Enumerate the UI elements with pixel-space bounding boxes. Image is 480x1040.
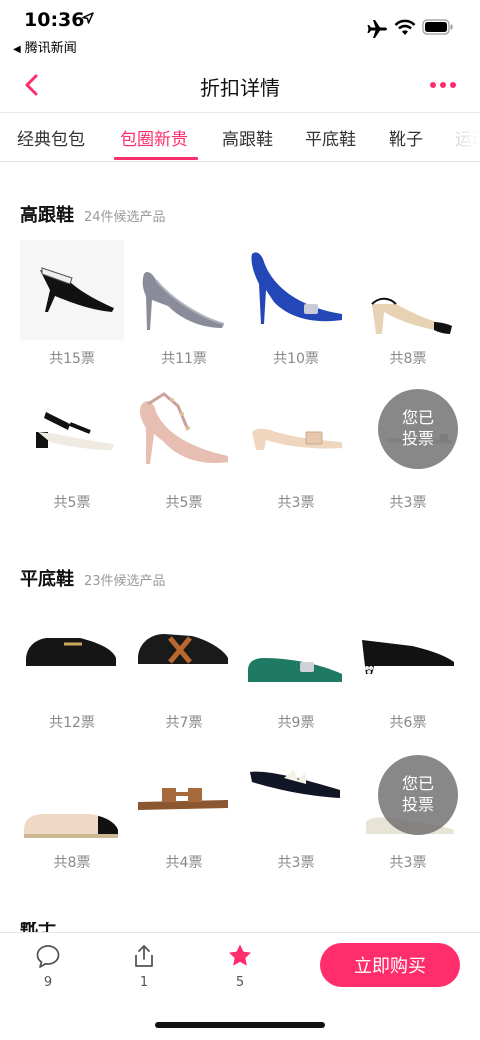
back-to-app-link[interactable]: ◀ 腾讯新闻 [13, 37, 77, 56]
airplane-icon [367, 20, 387, 38]
share-count: 1 [139, 975, 149, 990]
battery-icon [422, 19, 453, 35]
vote-count: 共3票 [389, 855, 427, 871]
vote-count: 共10票 [273, 351, 319, 367]
voted-badge: 您已 投票 [378, 389, 458, 469]
vote-count: 共8票 [53, 855, 91, 871]
product-card[interactable]: 共3票 [244, 744, 348, 874]
vote-count: 共6票 [389, 715, 427, 731]
share-button[interactable]: 1 [114, 943, 174, 990]
active-tab-indicator [114, 157, 198, 160]
location-arrow-icon [82, 12, 94, 24]
shoe-image [24, 814, 118, 838]
shoe-image [20, 240, 124, 340]
status-bar: 10:36 ◀ 腾讯新闻 [0, 0, 480, 60]
star-icon [229, 944, 251, 966]
voted-badge: 您已 投票 [378, 755, 458, 835]
more-button[interactable] [430, 74, 460, 96]
status-time: 10:36 [24, 9, 85, 31]
voted-badge-line1: 您已 [401, 774, 434, 794]
product-card[interactable]: 共8票 [356, 240, 460, 370]
shoe-image [362, 640, 454, 674]
section-subtitle: 24件候选产品 [84, 210, 166, 225]
wifi-icon [394, 19, 416, 35]
vote-count: 共3票 [277, 855, 315, 871]
comment-icon [36, 945, 60, 968]
product-card[interactable]: 共4票 [132, 744, 236, 874]
product-card[interactable]: 共8票 [20, 744, 124, 874]
voted-badge-line2: 投票 [401, 795, 434, 814]
shoe-image [252, 428, 342, 450]
vote-count: 共4票 [165, 855, 203, 871]
back-triangle-icon: ◀ [13, 44, 21, 55]
shoe-image [26, 638, 116, 666]
shoe-image [371, 297, 452, 334]
product-card[interactable]: 共5票 [132, 384, 236, 514]
category-tabs: 经典包包 包圈新贵 高跟鞋 平底鞋 靴子 运动 [0, 113, 480, 162]
comments-button[interactable]: 9 [18, 943, 78, 990]
vote-count: 共3票 [389, 495, 427, 511]
home-indicator [155, 1022, 325, 1028]
section-header-flats: 平底鞋 23件候选产品 [20, 565, 166, 591]
shoe-image [138, 788, 228, 810]
section-subtitle: 23件候选产品 [84, 574, 166, 589]
more-dot [450, 82, 456, 88]
section-header-high-heels: 高跟鞋 24件候选产品 [20, 201, 166, 227]
shoe-image [250, 770, 340, 798]
comment-count: 9 [43, 975, 53, 990]
vote-count: 共11票 [161, 351, 207, 367]
vote-count: 共8票 [389, 351, 427, 367]
shoe-image [138, 634, 228, 664]
more-dot [440, 82, 446, 88]
tab-new-bags[interactable]: 包圈新贵 [120, 125, 188, 150]
voted-badge-line1: 您已 [401, 408, 434, 428]
product-card[interactable]: 共9票 [244, 604, 348, 734]
product-card[interactable]: 共3票 [244, 384, 348, 514]
vote-count: 共7票 [165, 715, 203, 731]
product-card[interactable]: 共11票 [132, 240, 236, 370]
buy-now-button[interactable]: 立即购买 [320, 943, 460, 987]
favorite-button[interactable]: 5 [210, 943, 270, 990]
shoe-image [248, 658, 342, 682]
product-card[interactable]: 共6票 [356, 604, 460, 734]
product-card[interactable]: 您已 投票 共3票 [356, 384, 460, 514]
tab-boots[interactable]: 靴子 [389, 125, 423, 150]
product-card[interactable]: 共7票 [132, 604, 236, 734]
vote-count: 共9票 [277, 715, 315, 731]
tab-flats[interactable]: 平底鞋 [305, 125, 356, 150]
vote-count: 共15票 [49, 351, 95, 367]
section-title: 平底鞋 [20, 569, 74, 590]
shoe-image [139, 392, 228, 464]
shoe-image [251, 252, 342, 324]
nav-bar: 折扣详情 [0, 60, 480, 113]
bottom-action-bar: 9 1 5 立即购买 [0, 932, 480, 1040]
tabs-fade [440, 113, 480, 161]
shoe-image [142, 272, 225, 330]
product-card[interactable]: 共5票 [20, 384, 124, 514]
vote-count: 共12票 [49, 715, 95, 731]
product-card[interactable]: 共15票 [20, 240, 124, 370]
shoe-image [36, 412, 114, 450]
vote-count: 共3票 [277, 495, 315, 511]
product-card[interactable]: 共10票 [244, 240, 348, 370]
voted-badge-line2: 投票 [401, 429, 434, 448]
more-dots-icon [430, 82, 436, 88]
vote-count: 共5票 [53, 495, 91, 511]
product-card[interactable]: 共12票 [20, 604, 124, 734]
vote-count: 共5票 [165, 495, 203, 511]
page-title: 折扣详情 [200, 76, 280, 100]
section-title: 高跟鞋 [20, 205, 74, 226]
product-card[interactable]: 您已 投票 共3票 [356, 744, 460, 874]
share-icon [135, 945, 153, 967]
tab-classic-bags[interactable]: 经典包包 [17, 125, 85, 150]
favorite-count: 5 [235, 975, 245, 990]
tab-high-heels[interactable]: 高跟鞋 [222, 125, 273, 150]
status-icons [366, 19, 456, 39]
back-app-label: 腾讯新闻 [24, 41, 77, 56]
